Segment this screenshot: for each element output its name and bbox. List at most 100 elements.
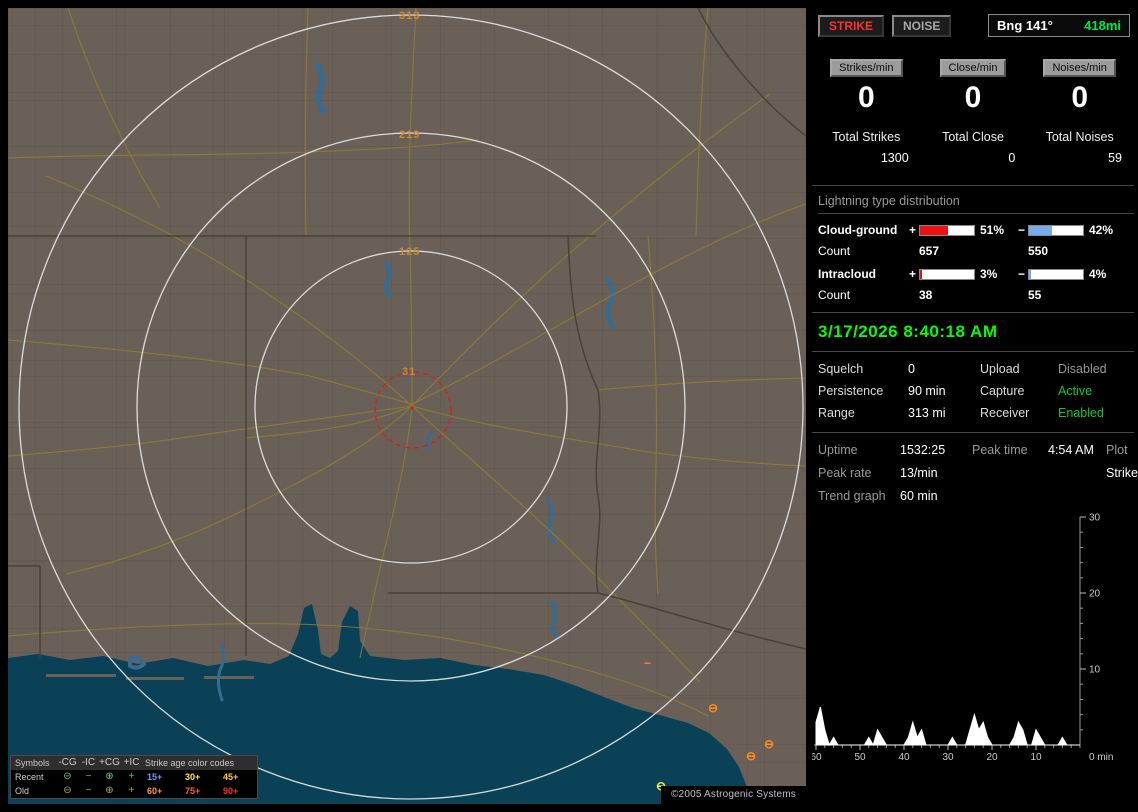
receiver-status: Enabled	[1058, 406, 1104, 420]
total-strikes-label: Total Strikes	[832, 130, 901, 144]
trend-graph-label: Trend graph	[818, 489, 886, 503]
range-label: Range	[818, 406, 855, 420]
section-divider	[812, 185, 1134, 186]
capture-status: Active	[1058, 384, 1093, 398]
bearing-indicator: Bng 141° 418mi	[988, 14, 1130, 37]
legend-symbol-icon: ⊕	[105, 785, 114, 796]
peak-time-value: 4:54 AM	[1048, 443, 1094, 457]
strike-mode-button[interactable]: STRIKE	[818, 14, 885, 37]
peak-rate-label: Peak rate	[818, 466, 872, 480]
plot-value: Strike	[1106, 466, 1138, 480]
mode-toolbar: STRIKE NOISE Bng 141° 418mi	[818, 14, 1130, 37]
cg-negative-percent: 42%	[1089, 223, 1114, 237]
rate-counters: Strikes/min 0 Total Strikes 1300 Close/m…	[818, 59, 1128, 165]
svg-text:0 min: 0 min	[1089, 752, 1113, 763]
minus-sign: −	[1017, 267, 1025, 281]
cloud-ground-count-row: Count 657 550	[818, 244, 1130, 258]
uptime-label: Uptime	[818, 443, 858, 457]
capture-label: Capture	[980, 384, 1025, 398]
cg-positive-percent: 51%	[980, 223, 1005, 237]
cg-positive-bar	[919, 224, 975, 236]
squelch-label: Squelch	[818, 362, 864, 376]
cg-negative-count: 550	[1028, 244, 1049, 258]
settings-table: Squelch 0 Upload Disabled Persistence 90…	[818, 362, 1130, 420]
total-noises-label: Total Noises	[1045, 130, 1114, 144]
close-per-min-value: 0	[964, 81, 982, 114]
noises-per-min-value: 0	[1071, 81, 1088, 114]
lightning-map[interactable]: 31321912531⊖⊖⊖⊖− Symbols-CG-IC+CG+ICStri…	[8, 8, 806, 804]
trend-graph-period: 60 min	[900, 489, 938, 503]
cloud-ground-row: Cloud-ground + 51% − 42%	[818, 223, 1130, 237]
svg-text:50: 50	[854, 752, 866, 763]
minus-sign: −	[1017, 223, 1025, 237]
distribution-title: Lightning type distribution	[818, 194, 1134, 214]
ic-positive-bar	[919, 268, 975, 280]
ic-negative-count: 55	[1028, 288, 1042, 302]
section-divider	[812, 312, 1134, 313]
svg-text:30: 30	[1089, 513, 1101, 524]
peak-rate-value: 13/min	[900, 466, 938, 480]
statistics-table: Uptime 1532:25 Peak time 4:54 AM Plot Pe…	[818, 443, 1138, 503]
legend-symbol-icon: +	[128, 771, 135, 782]
cg-negative-bar	[1028, 224, 1084, 236]
legend-symbol-icon: +	[128, 785, 135, 796]
peak-time-label: Peak time	[972, 443, 1028, 457]
legend-symbol-icon: −	[85, 785, 92, 796]
ic-negative-percent: 4%	[1089, 267, 1107, 281]
section-divider	[812, 351, 1134, 352]
cg-positive-count: 657	[919, 244, 940, 258]
bearing-value: Bng 141°	[997, 18, 1053, 33]
count-label: Count	[818, 288, 851, 302]
intracloud-label: Intracloud	[818, 267, 877, 281]
plot-label: Plot	[1106, 443, 1128, 457]
intracloud-row: Intracloud + 3% − 4%	[818, 267, 1130, 281]
count-label: Count	[818, 244, 851, 258]
svg-text:40: 40	[898, 752, 910, 763]
uptime-value: 1532:25	[900, 443, 946, 457]
strike-trend-chart: 30 20 10 60 50 40 30 20 10 0 min	[812, 513, 1113, 764]
noise-mode-button[interactable]: NOISE	[892, 14, 952, 37]
receiver-label: Receiver	[980, 406, 1030, 420]
legend-row: Recent ⊖ − ⊕ +15+ 30+ 45+	[15, 771, 239, 783]
receiver-location-marker	[410, 406, 414, 410]
squelch-value: 0	[908, 362, 915, 376]
upload-label: Upload	[980, 362, 1020, 376]
section-divider	[812, 432, 1134, 433]
bearing-distance: 418mi	[1084, 18, 1121, 33]
persistence-value: 90 min	[908, 384, 946, 398]
svg-text:10: 10	[1030, 752, 1042, 763]
ic-negative-bar	[1028, 268, 1084, 280]
strikes-per-min-button[interactable]: Strikes/min	[830, 59, 903, 77]
legend-row: Old ⊖ − ⊕ +60+ 75+ 90+	[15, 785, 239, 797]
ic-positive-percent: 3%	[980, 267, 998, 281]
intracloud-count-row: Count 38 55	[818, 288, 1130, 302]
symbol-legend: Symbols -CG -IC +CG +IC Strike age color code…	[10, 755, 258, 799]
svg-text:20: 20	[1089, 589, 1101, 600]
legend-symbol-icon: −	[85, 771, 92, 782]
legend-symbol-icon: ⊕	[105, 771, 114, 782]
upload-status: Disabled	[1058, 362, 1107, 376]
total-noises-value: 59	[1108, 151, 1122, 165]
noises-per-min-button[interactable]: Noises/min	[1043, 59, 1116, 77]
copyright-notice: ©2005 Astrogenic Systems	[660, 786, 806, 804]
legend-symbol-icon: ⊖	[63, 785, 72, 796]
svg-text:30: 30	[942, 752, 954, 763]
control-panel: STRIKE NOISE Bng 141° 418mi Strikes/min …	[812, 8, 1138, 804]
plus-sign: +	[908, 267, 916, 281]
svg-text:20: 20	[986, 752, 998, 763]
close-per-min-button[interactable]: Close/min	[939, 59, 1007, 77]
ic-positive-count: 38	[919, 288, 933, 302]
total-close-value: 0	[1008, 151, 1016, 165]
total-strikes-value: 1300	[880, 151, 909, 165]
cloud-ground-label: Cloud-ground	[818, 223, 898, 237]
range-value: 313 mi	[908, 406, 946, 420]
map-canvas	[8, 8, 806, 804]
svg-text:60: 60	[812, 752, 822, 763]
legend-header: Symbols -CG -IC +CG +IC Strike age color code…	[11, 756, 257, 770]
plus-sign: +	[908, 223, 916, 237]
legend-symbol-icon: ⊖	[63, 771, 72, 782]
total-close-label: Total Close	[942, 130, 1004, 144]
svg-text:10: 10	[1089, 665, 1101, 676]
persistence-label: Persistence	[818, 384, 884, 398]
strikes-per-min-value: 0	[857, 81, 875, 114]
